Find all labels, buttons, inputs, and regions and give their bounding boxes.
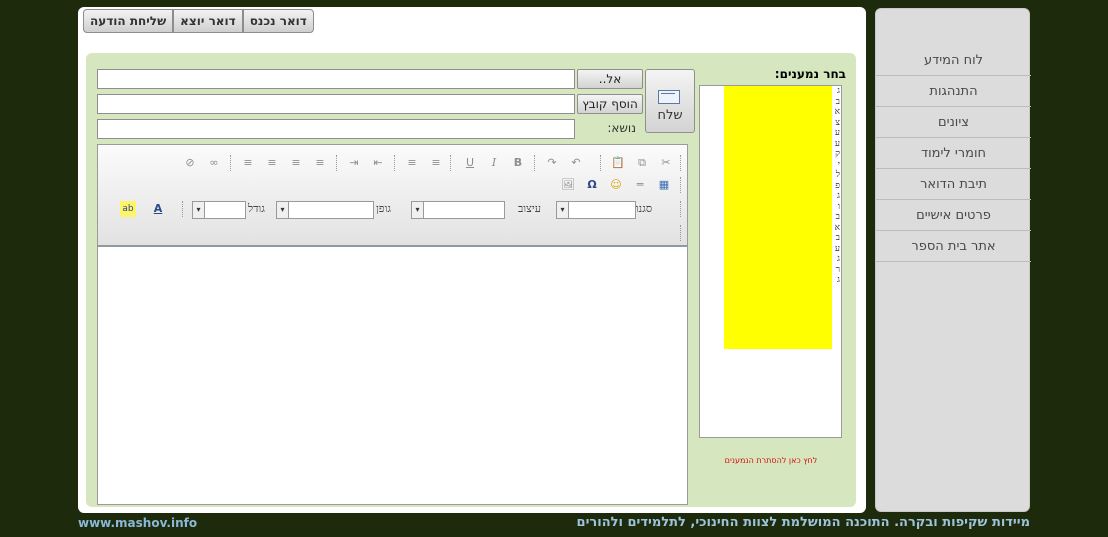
toolbar-separator xyxy=(534,155,536,171)
align-center-icon[interactable]: ≡ xyxy=(288,155,304,171)
format-label: עיצוב xyxy=(518,202,541,215)
send-label: שלח xyxy=(657,108,683,123)
underline-icon[interactable]: U xyxy=(462,155,478,171)
align-right-icon[interactable]: ≡ xyxy=(312,155,328,171)
recipient-entry[interactable]: ק xyxy=(831,149,840,160)
nav-item-grades[interactable]: ציונים xyxy=(876,107,1031,138)
format-select[interactable]: ▾ xyxy=(411,201,505,219)
copy-icon[interactable]: ⧉ xyxy=(634,155,650,171)
nav-item-behavior[interactable]: התנהגות xyxy=(876,76,1031,107)
indent-icon[interactable]: ⇥ xyxy=(346,155,362,171)
smiley-icon[interactable]: ☺ xyxy=(608,177,624,193)
recipient-entry[interactable]: ר xyxy=(831,265,840,276)
horizontal-rule-icon[interactable]: ═ xyxy=(632,177,648,193)
toolbar-separator xyxy=(680,225,682,241)
message-editor[interactable]: ✂ ⧉ 📋 ↶ ↷ B I U ≡ ≡ ⇤ ⇥ ≡ ≡ ≡ ≡ ∞ ⊘ ▦ ═ … xyxy=(97,144,688,505)
tab-inbox[interactable]: דואר נכנס xyxy=(242,9,314,33)
recipient-entry[interactable]: ו xyxy=(831,202,840,213)
nav-item-school-site[interactable]: אתר בית הספר xyxy=(876,231,1031,262)
to-field[interactable] xyxy=(97,69,575,89)
hide-recipients-link[interactable]: לחץ כאן להסתרת הנמענים xyxy=(706,456,836,465)
redo-icon[interactable]: ↷ xyxy=(544,155,560,171)
recipient-entry[interactable]: צ xyxy=(831,118,840,129)
font-label: גופן xyxy=(376,202,392,215)
toolbar-separator xyxy=(680,201,682,217)
toolbar-separator xyxy=(680,155,682,171)
toolbar-separator xyxy=(394,155,396,171)
recipients-list[interactable]: גבאצעעקילפגובאבעגרג xyxy=(699,85,842,438)
special-character-icon[interactable]: Ω xyxy=(584,177,600,193)
text-color-icon[interactable]: A xyxy=(150,201,166,217)
editor-toolbar: ✂ ⧉ 📋 ↶ ↷ B I U ≡ ≡ ⇤ ⇥ ≡ ≡ ≡ ≡ ∞ ⊘ ▦ ═ … xyxy=(98,145,687,247)
bullet-list-icon[interactable]: ≡ xyxy=(404,155,420,171)
subject-label: נושא: xyxy=(607,121,636,135)
send-button[interactable]: שלח xyxy=(645,69,695,133)
recipient-entry[interactable]: א xyxy=(831,107,840,118)
undo-icon[interactable]: ↶ xyxy=(568,155,584,171)
recipient-entry[interactable]: ב xyxy=(831,212,840,223)
recipient-entry[interactable]: פ xyxy=(831,181,840,192)
recipient-entry[interactable]: ב xyxy=(831,97,840,108)
chevron-down-icon: ▾ xyxy=(412,202,424,218)
toolbar-separator xyxy=(680,177,682,193)
envelope-icon xyxy=(658,90,680,104)
nav-item-study-materials[interactable]: חומרי לימוד xyxy=(876,138,1031,169)
italic-icon[interactable]: I xyxy=(486,155,502,171)
toolbar-separator xyxy=(230,155,232,171)
tab-send-message[interactable]: שליחת הודעה xyxy=(83,9,174,33)
nav-item-mailbox[interactable]: תיבת הדואר xyxy=(876,169,1031,200)
compose-panel: בחר נמענים: גבאצעעקילפגובאבעגרג לחץ כאן … xyxy=(86,53,856,507)
image-icon[interactable]: 🖼 xyxy=(560,177,576,193)
toolbar-separator xyxy=(450,155,452,171)
main-panel: שליחת הודעה דואר יוצא דואר נכנס בחר נמענ… xyxy=(78,7,866,513)
mail-tabs: שליחת הודעה דואר יוצא דואר נכנס xyxy=(83,9,314,33)
numbered-list-icon[interactable]: ≡ xyxy=(428,155,444,171)
chevron-down-icon: ▾ xyxy=(193,202,205,218)
recipient-entry[interactable]: א xyxy=(831,223,840,234)
cut-icon[interactable]: ✂ xyxy=(658,155,674,171)
recipient-entry[interactable]: י xyxy=(831,160,840,171)
justify-icon[interactable]: ≡ xyxy=(240,155,256,171)
chevron-down-icon: ▾ xyxy=(557,202,569,218)
chevron-down-icon: ▾ xyxy=(277,202,289,218)
recipient-entry[interactable]: ג xyxy=(831,86,840,97)
size-label: גודל xyxy=(248,202,265,215)
recipient-entry[interactable]: ג xyxy=(831,275,840,286)
recipients-highlight xyxy=(724,86,832,349)
attach-file-button[interactable]: הוסף קובץ xyxy=(577,94,643,114)
nav-item-personal-details[interactable]: פרטים אישיים xyxy=(876,200,1031,231)
recipient-entry[interactable]: ב xyxy=(831,233,840,244)
recipients-title: בחר נמענים: xyxy=(774,67,846,81)
site-url[interactable]: www.mashov.info xyxy=(78,516,197,530)
table-icon[interactable]: ▦ xyxy=(656,177,672,193)
toolbar-separator xyxy=(182,201,184,217)
editor-content-area[interactable] xyxy=(98,249,687,504)
recipient-entry[interactable]: ע xyxy=(831,128,840,139)
paste-icon[interactable]: 📋 xyxy=(610,155,626,171)
attachment-field[interactable] xyxy=(97,94,575,114)
subject-field[interactable] xyxy=(97,119,575,139)
toolbar-separator xyxy=(336,155,338,171)
footer-tagline: מיידות שקיפות ובקרה. התוכנה המושלמת לצוו… xyxy=(576,515,1030,530)
link-icon[interactable]: ∞ xyxy=(206,155,222,171)
recipient-entry[interactable]: ע xyxy=(831,244,840,255)
recipient-entry[interactable]: ג xyxy=(831,254,840,265)
align-left-icon[interactable]: ≡ xyxy=(264,155,280,171)
bold-icon[interactable]: B xyxy=(510,155,526,171)
outdent-icon[interactable]: ⇤ xyxy=(370,155,386,171)
size-select[interactable]: ▾ xyxy=(192,201,246,219)
font-select[interactable]: ▾ xyxy=(276,201,374,219)
background-color-icon[interactable]: ab xyxy=(120,201,136,217)
toolbar-separator xyxy=(600,155,602,171)
side-navigation: לוח המידע התנהגות ציונים חומרי לימוד תיב… xyxy=(875,8,1031,512)
nav-item-bulletin[interactable]: לוח המידע xyxy=(876,45,1031,76)
recipient-entry[interactable]: ל xyxy=(831,170,840,181)
recipient-entry[interactable]: ג xyxy=(831,191,840,202)
recipients-letters: גבאצעעקילפגובאבעגרג xyxy=(831,86,840,286)
to-button[interactable]: אל.. xyxy=(577,69,643,89)
style-select[interactable]: ▾ xyxy=(556,201,636,219)
unlink-icon[interactable]: ⊘ xyxy=(182,155,198,171)
tab-outbox[interactable]: דואר יוצא xyxy=(173,9,243,33)
recipient-entry[interactable]: ע xyxy=(831,139,840,150)
